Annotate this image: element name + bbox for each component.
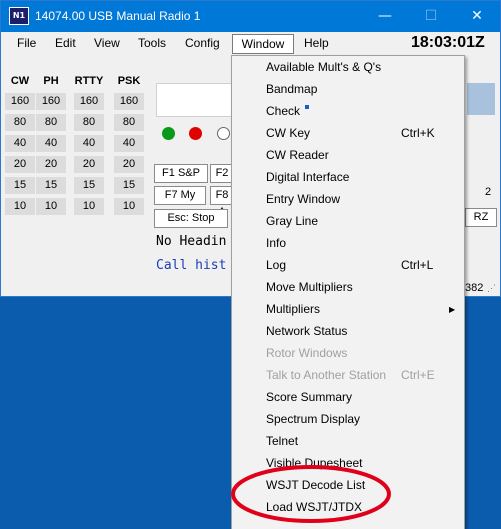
menu-file[interactable]: File bbox=[17, 36, 36, 50]
band-cell-rtty-15[interactable]: 15 bbox=[74, 177, 104, 194]
menu-view[interactable]: View bbox=[94, 36, 120, 50]
band-cell-ph-40[interactable]: 40 bbox=[36, 135, 66, 152]
menu-item-spectrum-display[interactable]: Spectrum Display bbox=[266, 412, 360, 426]
white-status-led bbox=[217, 127, 230, 140]
band-cell-ph-20[interactable]: 20 bbox=[36, 156, 66, 173]
maximize-button[interactable]: ☐ bbox=[408, 1, 454, 32]
rz-button[interactable]: RZ bbox=[465, 208, 497, 227]
menu-item-digital-interface[interactable]: Digital Interface bbox=[266, 170, 349, 184]
utc-clock: 18:03:01Z bbox=[411, 34, 485, 51]
band-cell-rtty-80[interactable]: 80 bbox=[74, 114, 104, 131]
menu-item-gray-line[interactable]: Gray Line bbox=[266, 214, 318, 228]
green-status-led bbox=[162, 127, 175, 140]
menu-tools[interactable]: Tools bbox=[138, 36, 166, 50]
app-icon: N1 bbox=[9, 7, 29, 25]
menu-shortcut: Ctrl+E bbox=[401, 368, 435, 382]
close-button[interactable]: ✕ bbox=[454, 1, 500, 32]
band-header-cw: CW bbox=[10, 75, 30, 87]
band-cell-cw-15[interactable]: 15 bbox=[5, 177, 35, 194]
title-bar[interactable]: N1 14074.00 USB Manual Radio 1 — ☐ ✕ bbox=[1, 1, 500, 32]
frequency-display[interactable] bbox=[156, 83, 238, 117]
band-cell-psk-80[interactable]: 80 bbox=[114, 114, 144, 131]
menu-shortcut: Ctrl+K bbox=[401, 126, 435, 140]
band-cell-ph-15[interactable]: 15 bbox=[36, 177, 66, 194]
menu-item-available-mult-s-q-s[interactable]: Available Mult's & Q's bbox=[266, 60, 381, 74]
window-menu-dropdown: ▶ Available Mult's & Q's Bandmap Check CW K… bbox=[231, 55, 465, 529]
band-cell-rtty-20[interactable]: 20 bbox=[74, 156, 104, 173]
menu-shortcut: Ctrl+L bbox=[401, 258, 434, 272]
band-header-psk: PSK bbox=[117, 75, 141, 87]
band-cell-cw-10[interactable]: 10 bbox=[5, 198, 35, 215]
minimize-button[interactable]: — bbox=[362, 1, 408, 32]
submenu-arrow-icon: ▶ bbox=[449, 305, 456, 314]
menu-item-cw-reader[interactable]: CW Reader bbox=[266, 148, 329, 162]
f1-button[interactable]: F1 S&P bbox=[154, 164, 208, 183]
resize-grip-icon[interactable]: ⋰ bbox=[487, 283, 496, 294]
band-header-ph: PH bbox=[43, 75, 59, 87]
red-status-led bbox=[189, 127, 202, 140]
band-cell-ph-160[interactable]: 160 bbox=[36, 93, 66, 110]
menu-window[interactable]: Window bbox=[232, 34, 294, 54]
menu-config[interactable]: Config bbox=[185, 36, 220, 50]
menu-item-log[interactable]: Log bbox=[266, 258, 286, 272]
menu-item-cw-key[interactable]: CW Key bbox=[266, 126, 310, 140]
menu-item-multipliers[interactable]: Multipliers bbox=[266, 302, 320, 316]
menu-help[interactable]: Help bbox=[304, 36, 329, 50]
menu-item-entry-window[interactable]: Entry Window bbox=[266, 192, 340, 206]
heading-status: No Headin bbox=[156, 234, 227, 249]
esc-stop-button[interactable]: Esc: Stop bbox=[154, 209, 228, 228]
indicator-icon bbox=[305, 105, 309, 109]
info-panel bbox=[467, 83, 495, 115]
band-cell-rtty-10[interactable]: 10 bbox=[74, 198, 104, 215]
band-cell-cw-160[interactable]: 160 bbox=[5, 93, 35, 110]
menu-item-info[interactable]: Info bbox=[266, 236, 286, 250]
band-cell-psk-160[interactable]: 160 bbox=[114, 93, 144, 110]
menu-item-check[interactable]: Check bbox=[266, 104, 300, 118]
menu-edit[interactable]: Edit bbox=[55, 36, 76, 50]
band-header-rtty: RTTY bbox=[74, 75, 104, 87]
band-cell-cw-80[interactable]: 80 bbox=[5, 114, 35, 131]
f7-button[interactable]: F7 My bbox=[154, 186, 206, 205]
menu-item-rotor-windows: Rotor Windows bbox=[266, 346, 348, 360]
red-highlight-ellipse bbox=[231, 465, 391, 523]
band-cell-ph-80[interactable]: 80 bbox=[36, 114, 66, 131]
menu-item-network-status[interactable]: Network Status bbox=[266, 324, 347, 338]
menu-item-score-summary[interactable]: Score Summary bbox=[266, 390, 352, 404]
band-cell-psk-10[interactable]: 10 bbox=[114, 198, 144, 215]
band-cell-rtty-40[interactable]: 40 bbox=[74, 135, 104, 152]
window-title: 14074.00 USB Manual Radio 1 bbox=[35, 9, 201, 23]
band-cell-cw-40[interactable]: 40 bbox=[5, 135, 35, 152]
band-cell-psk-15[interactable]: 15 bbox=[114, 177, 144, 194]
menu-item-move-multipliers[interactable]: Move Multipliers bbox=[266, 280, 353, 294]
menu-item-talk-to-another-station: Talk to Another Station bbox=[266, 368, 387, 382]
menu-item-bandmap[interactable]: Bandmap bbox=[266, 82, 317, 96]
call-history-status: Call hist bbox=[156, 258, 227, 273]
partial-label: 2 bbox=[485, 186, 492, 198]
band-cell-psk-40[interactable]: 40 bbox=[114, 135, 144, 152]
band-cell-rtty-160[interactable]: 160 bbox=[74, 93, 104, 110]
status-number: 382 bbox=[465, 282, 484, 294]
band-cell-psk-20[interactable]: 20 bbox=[114, 156, 144, 173]
menu-item-telnet[interactable]: Telnet bbox=[266, 434, 298, 448]
band-cell-cw-20[interactable]: 20 bbox=[5, 156, 35, 173]
band-cell-ph-10[interactable]: 10 bbox=[36, 198, 66, 215]
